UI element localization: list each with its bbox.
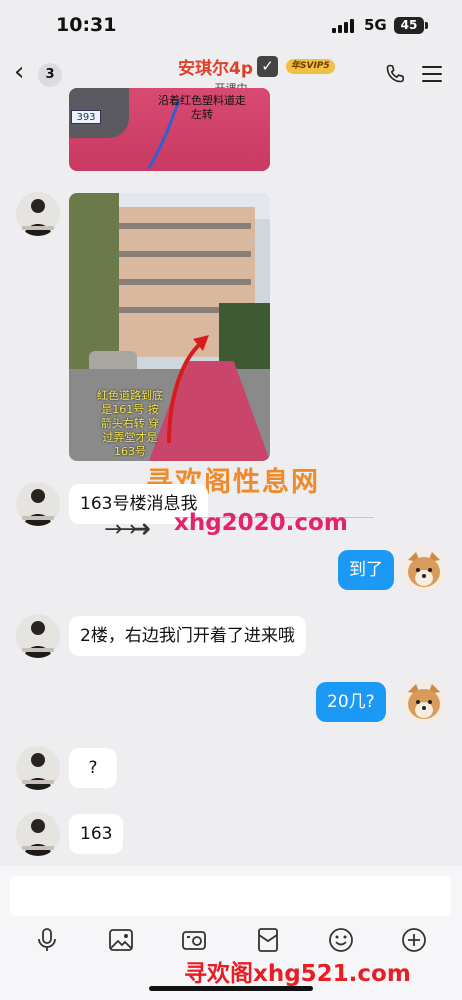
- contact-avatar[interactable]: [16, 614, 60, 658]
- watermark-bottom: 寻欢阁xhg521.com: [184, 961, 411, 987]
- my-avatar[interactable]: [402, 680, 446, 724]
- contact-avatar[interactable]: [16, 746, 60, 790]
- message-image[interactable]: 红色道路到底是161号 按箭头右转 穿过弄堂才是163号: [69, 193, 270, 461]
- image-icon[interactable]: [107, 926, 135, 954]
- contact-avatar[interactable]: [16, 482, 60, 526]
- red-packet-icon[interactable]: [254, 926, 282, 954]
- my-avatar[interactable]: [402, 548, 446, 592]
- chat-title-group[interactable]: 安琪尔4p ✓ 年SVIP5: [178, 52, 335, 80]
- image-caption: 沿着红色塑料道走左转: [158, 94, 246, 121]
- battery-icon: 45: [394, 17, 428, 34]
- check-icon: ✓: [257, 55, 278, 77]
- status-time: 10:31: [56, 14, 117, 36]
- camera-icon[interactable]: [180, 926, 208, 954]
- message-input[interactable]: [10, 876, 451, 916]
- status-bar: 10:31 5G 45: [0, 0, 462, 48]
- chat-title: 安琪尔4p: [178, 58, 253, 79]
- menu-icon[interactable]: [422, 66, 442, 82]
- image-caption: 红色道路到底是161号 按箭头右转 穿过弄堂才是163号: [97, 389, 163, 458]
- message-image[interactable]: 393 沿着红色塑料道走左转: [69, 88, 270, 171]
- arrow-right-icon: →→➜: [104, 517, 151, 542]
- mic-icon[interactable]: [33, 926, 61, 954]
- message-bubble-incoming[interactable]: 2楼，右边我门开着了进来哦: [69, 616, 306, 656]
- message-bubble-incoming[interactable]: ?: [69, 748, 117, 788]
- emoji-icon[interactable]: [327, 926, 355, 954]
- network-type: 5G: [364, 16, 387, 34]
- phone-icon[interactable]: [383, 62, 407, 86]
- contact-avatar[interactable]: [16, 192, 60, 236]
- plus-icon[interactable]: [400, 926, 428, 954]
- message-bubble-outgoing[interactable]: 20几?: [316, 682, 386, 722]
- message-bubble-incoming[interactable]: 163: [69, 814, 124, 854]
- watermark-url: xhg2020.com: [174, 510, 348, 536]
- svip-badge: 年SVIP5: [286, 58, 335, 74]
- message-bubble-outgoing[interactable]: 到了: [338, 550, 394, 590]
- contact-avatar[interactable]: [16, 812, 60, 856]
- signal-icon: [332, 19, 358, 33]
